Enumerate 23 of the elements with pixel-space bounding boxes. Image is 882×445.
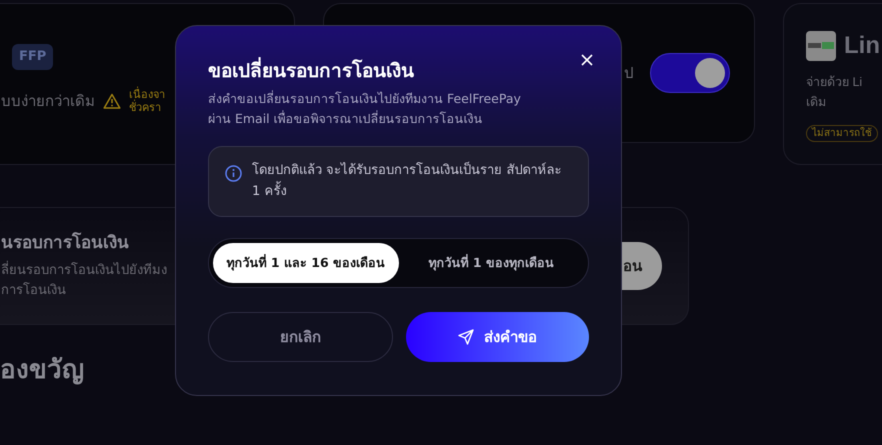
warning-text: เนื่องจา [129, 88, 165, 100]
section-heading: องขวัญ [0, 354, 85, 387]
logo-icon [806, 31, 836, 61]
description: บบง่ายกว่าเดิม [1, 91, 95, 112]
card-title: นรอบการโอนเงิน [1, 231, 130, 256]
send-request-button[interactable]: ส่งคำขอ [406, 312, 589, 362]
warning-text: ชั่วครา [129, 101, 162, 115]
description: ลี่ยนรอบการโอนเงินไปยังทีมง การโอนเงิน [1, 260, 167, 300]
status-badge: ไม่สามารถใช้ [806, 125, 878, 142]
close-button[interactable] [579, 52, 595, 68]
cancel-button[interactable]: ยกเลิก [208, 312, 393, 362]
card-title: Lin [844, 31, 880, 61]
schedule-option[interactable]: ทุกวันที่ 1 และ 16 ของเดือน [213, 243, 398, 284]
info-text: โดยปกติแล้ว จะได้รับรอบการโอนเงินเป็นราย สัปดาห์ละ 1 ครั้ง [252, 160, 562, 201]
warning-icon [103, 93, 121, 110]
toggle-switch[interactable] [650, 53, 730, 93]
send-icon [458, 329, 474, 346]
dialog-subtitle: ส่งคำขอเปลี่ยนรอบการโอนเงินไปยังทีมงาน FeelFreePay ผ่าน Email เพื่อขอพิจารณาเปลี่ยนรอบการโอนเงิน [208, 89, 522, 128]
description: ป [624, 62, 634, 84]
schedule-option[interactable]: ทุกวันที่ 1 ของทุกเดือน [398, 243, 584, 284]
info-icon [225, 164, 242, 182]
badge: FFP [12, 44, 54, 70]
description: จ่ายด้วย Li เดิม [806, 74, 864, 111]
